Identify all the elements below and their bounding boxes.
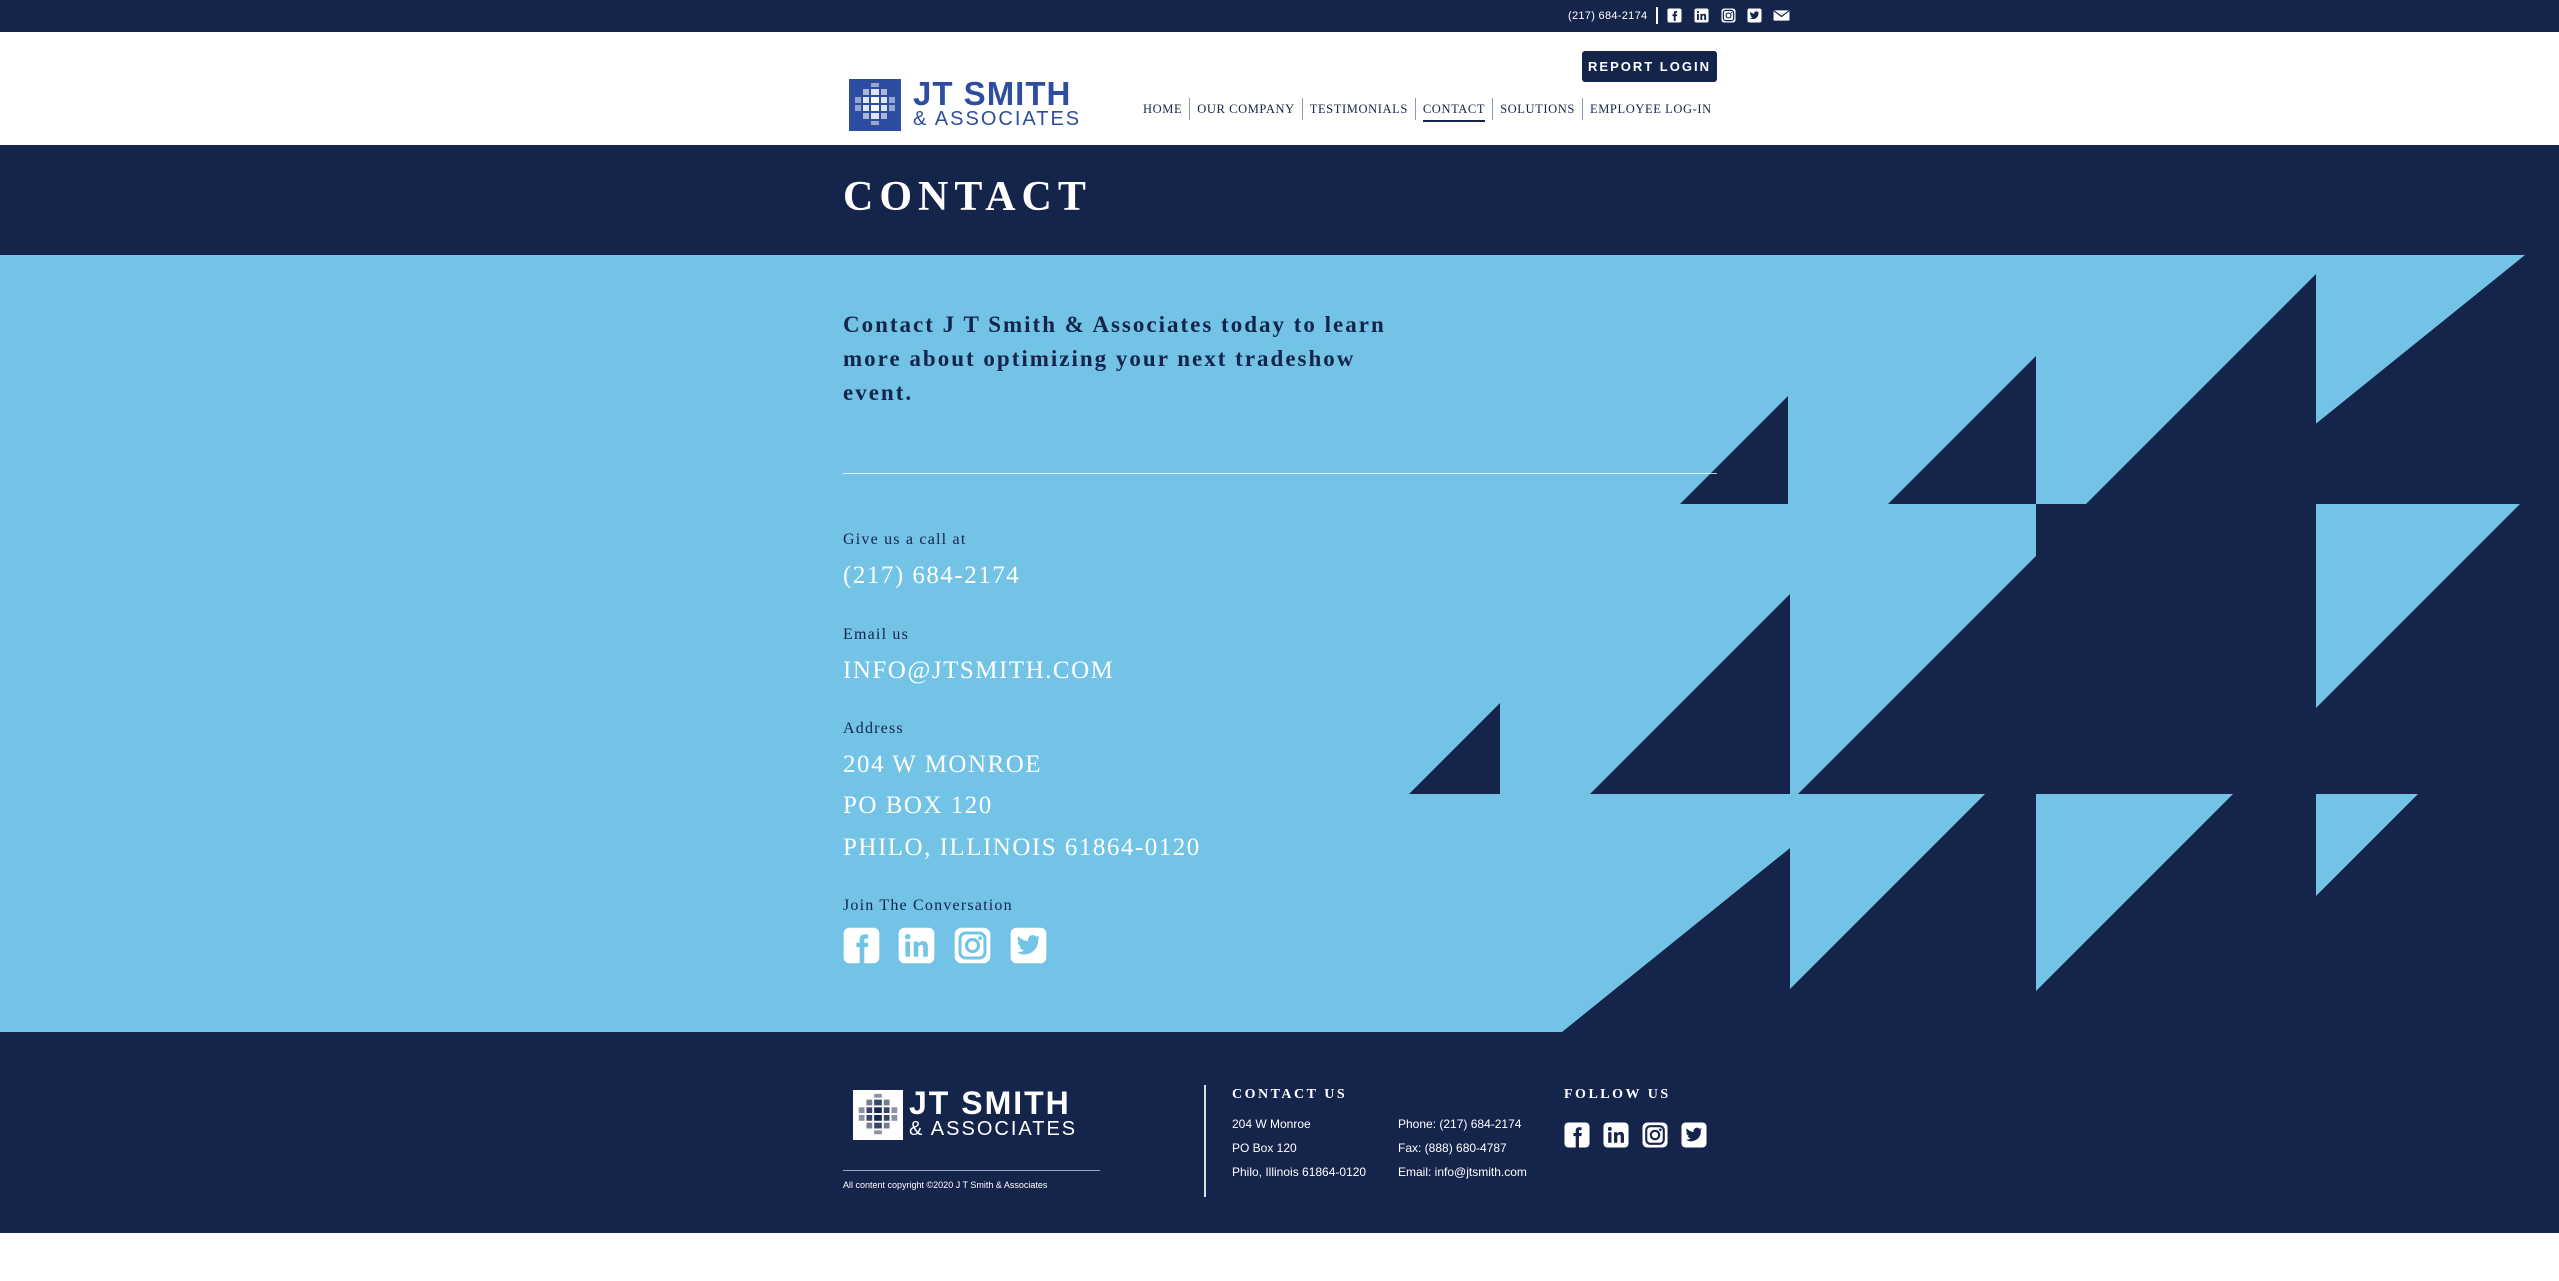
twitter-icon[interactable] [1681, 1122, 1707, 1148]
page-banner: CONTACT [0, 145, 2559, 255]
top-bar: (217) 684-2174 [0, 0, 2559, 32]
page-title: CONTACT [843, 174, 1092, 220]
nav-item-solutions[interactable]: SOLUTIONS [1493, 98, 1582, 120]
instagram-icon[interactable] [1642, 1122, 1668, 1148]
nav-item-home[interactable]: HOME [1136, 98, 1189, 120]
nav-item-contact[interactable]: CONTACT [1416, 98, 1492, 122]
footer-follow-heading: FOLLOW US [1564, 1087, 1671, 1102]
logo-mark-icon [853, 1090, 903, 1140]
footer-contact-heading: CONTACT US [1232, 1087, 1348, 1102]
contact-phone[interactable]: (217) 684-2174 [843, 562, 1020, 590]
twitter-icon[interactable] [1010, 927, 1047, 964]
footer-phone[interactable]: Phone: (217) 684-2174 [1398, 1117, 1521, 1131]
report-login-button[interactable]: REPORT LOGIN [1582, 51, 1717, 82]
topbar-phone[interactable]: (217) 684-2174 [1568, 10, 1647, 22]
nav-item-testimonials[interactable]: TESTIMONIALS [1303, 98, 1415, 120]
social-label: Join The Conversation [843, 897, 1013, 914]
instagram-icon[interactable] [1721, 8, 1736, 23]
footer-address-line-3: Philo, Illinois 61864-0120 [1232, 1165, 1367, 1179]
footer-email[interactable]: Email: info@jtsmith.com [1398, 1165, 1527, 1179]
call-label: Give us a call at [843, 531, 967, 548]
site-footer: JT SMITH & ASSOCIATES All content copyri… [0, 1032, 2559, 1233]
email-label: Email us [843, 626, 910, 643]
footer-logo-rule [843, 1170, 1100, 1171]
twitter-icon[interactable] [1747, 8, 1762, 23]
contact-email[interactable]: INFO@JTSMITH.COM [843, 657, 1114, 685]
address-line-2: PO BOX 120 [843, 792, 993, 819]
address-label: Address [843, 720, 904, 737]
main-nav: HOME OUR COMPANY TESTIMONIALS CONTACT SO… [1136, 98, 1719, 122]
nav-item-our-company[interactable]: OUR COMPANY [1190, 98, 1301, 120]
address-line-1: 204 W MONROE [843, 751, 1043, 778]
footer-address-line-1: 204 W Monroe [1232, 1117, 1311, 1131]
address-line-3: PHILO, ILLINOIS 61864-0120 [843, 834, 1201, 861]
mail-icon[interactable] [1773, 8, 1790, 23]
nav-item-employee-login[interactable]: EMPLOYEE LOG-IN [1583, 98, 1719, 120]
footer-logo-line-2: & ASSOCIATES [909, 1118, 1078, 1140]
footer-logo-line-1: JT SMITH [909, 1085, 1071, 1121]
copyright-text: All content copyright ©2020 J T Smith & … [843, 1180, 1048, 1190]
facebook-icon[interactable] [1667, 8, 1682, 23]
footer-address-line-2: PO Box 120 [1232, 1141, 1297, 1155]
site-header: JT SMITH & ASSOCIATES REPORT LOGIN HOME … [0, 32, 2559, 145]
logo-mark-icon [849, 79, 901, 131]
logo-line-2: & ASSOCIATES [913, 108, 1082, 130]
linkedin-icon[interactable] [898, 927, 935, 964]
instagram-icon[interactable] [954, 927, 991, 964]
intro-text: Contact J T Smith & Associates today to … [843, 312, 1386, 405]
footer-fax: Fax: (888) 680-4787 [1398, 1141, 1507, 1155]
topbar-separator [1656, 7, 1658, 24]
facebook-icon[interactable] [843, 927, 880, 964]
section-divider [843, 473, 1717, 474]
linkedin-icon[interactable] [1603, 1122, 1629, 1148]
contact-section: Contact J T Smith & Associates today to … [0, 255, 2559, 1032]
facebook-icon[interactable] [1564, 1122, 1590, 1148]
linkedin-icon[interactable] [1694, 8, 1709, 23]
footer-divider [1204, 1085, 1206, 1197]
